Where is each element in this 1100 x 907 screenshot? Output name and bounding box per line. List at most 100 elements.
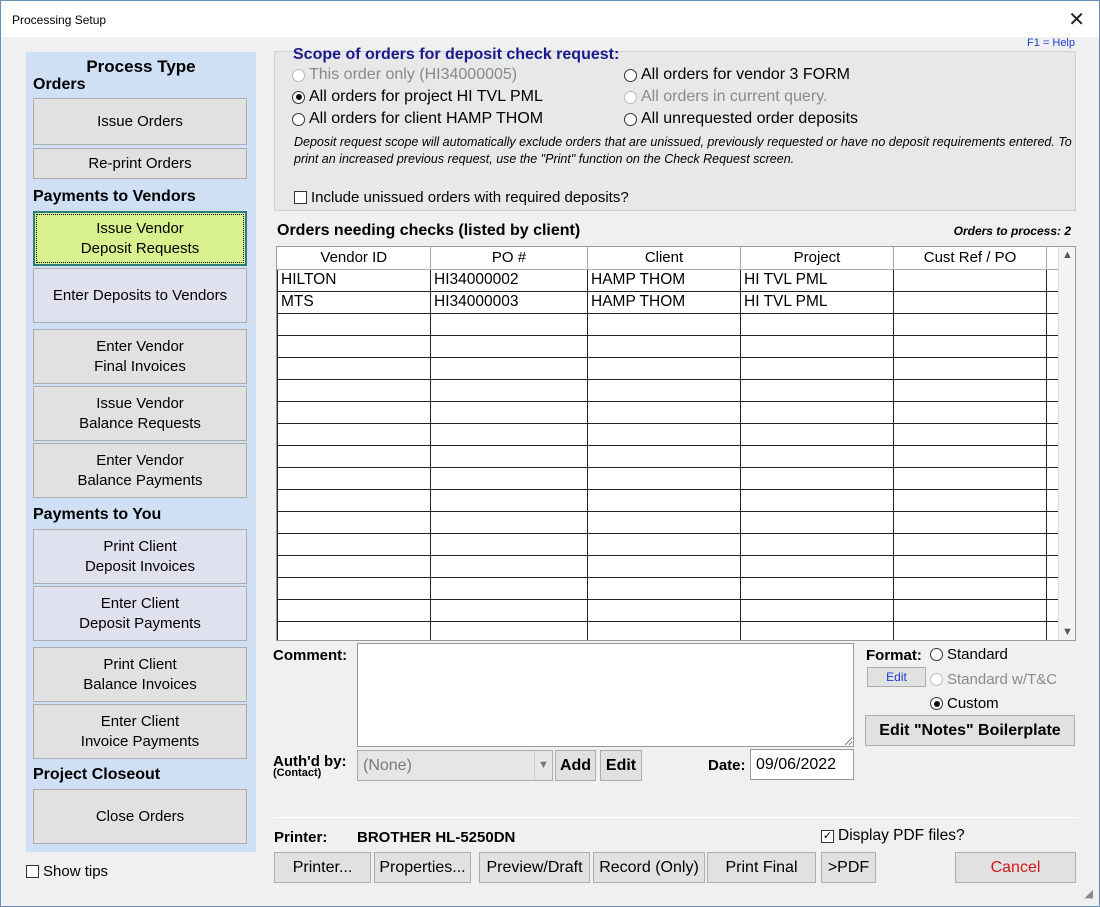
issue-vendor-balance-requests-button[interactable]: Issue Vendor Balance Requests [33,386,247,441]
processing-setup-window: Processing Setup ✕ F1 = Help Process Typ… [0,0,1100,907]
enter-vendor-final-invoices-button[interactable]: Enter Vendor Final Invoices [33,329,247,384]
printer-button[interactable]: Printer... [274,852,371,883]
include-unissued-checkbox[interactable]: Include unissued orders with required de… [294,189,629,206]
edit-contact-button[interactable]: Edit [600,750,642,781]
table-row[interactable] [277,335,1059,358]
show-tips-checkbox[interactable]: Show tips [26,863,108,880]
radio-vendor[interactable]: All orders for vendor 3 FORM [624,66,850,84]
radio-client[interactable]: All orders for client HAMP THOM [292,110,543,128]
properties-button[interactable]: Properties... [374,852,471,883]
radio-selected-icon[interactable] [292,90,305,104]
radio-label: All orders for project HI TVL PML [309,88,543,105]
enter-vendor-balance-payments-button[interactable]: Enter Vendor Balance Payments [33,443,247,498]
help-hint: F1 = Help [1027,37,1075,49]
radio-project[interactable]: All orders for project HI TVL PML [292,88,543,106]
scope-note: Deposit request scope will automatically… [294,135,1072,166]
chevron-down-icon[interactable]: ▼ [534,751,552,780]
table-cell [893,357,1047,380]
pdf-button[interactable]: >PDF [821,852,876,883]
edit-notes-boilerplate-button[interactable]: Edit "Notes" Boilerplate [865,715,1075,746]
print-client-balance-invoices-button[interactable]: Print Client Balance Invoices [33,647,247,702]
table-row[interactable] [277,621,1059,640]
cancel-button[interactable]: Cancel [955,852,1076,883]
table-row[interactable] [277,599,1059,622]
table-cell [893,313,1047,336]
table-row[interactable] [277,423,1059,446]
issue-vendor-deposit-requests-button[interactable]: Issue Vendor Deposit Requests [33,211,247,266]
table-cell [893,489,1047,512]
table-cell [277,621,431,640]
date-field[interactable]: 09/06/2022 [750,749,854,780]
table-row[interactable] [277,555,1059,578]
table-row[interactable] [277,467,1059,490]
format-standard-radio[interactable]: Standard [930,646,1008,663]
table-cell: MTS [277,291,431,314]
table-cell: HI TVL PML [740,269,894,292]
display-pdf-checkbox[interactable]: ✓ Display PDF files? [821,827,965,845]
table-row[interactable] [277,357,1059,380]
column-header[interactable]: Project [740,247,894,270]
authd-by-value: (None) [363,757,412,774]
checkbox-icon[interactable] [294,191,307,204]
comment-field[interactable] [357,643,854,747]
table-cell-filler [1046,511,1059,534]
table-cell [430,621,588,640]
enter-deposits-to-vendors-button[interactable]: Enter Deposits to Vendors [33,268,247,323]
issue-orders-button[interactable]: Issue Orders [33,98,247,145]
enter-client-invoice-payments-button[interactable]: Enter Client Invoice Payments [33,704,247,759]
close-icon[interactable]: ✕ [1068,7,1085,32]
print-final-button[interactable]: Print Final [707,852,816,883]
radio-icon[interactable] [292,112,305,126]
include-unissued-label: Include unissued orders with required de… [311,189,629,206]
table-cell [430,445,588,468]
table-cell-filler [1046,555,1059,578]
table-cell [587,621,741,640]
table-row[interactable] [277,445,1059,468]
record-only-button[interactable]: Record (Only) [593,852,705,883]
table-row[interactable]: HILTON HI34000002 HAMP THOM HI TVL PML [277,269,1059,292]
table-row[interactable] [277,533,1059,556]
resize-grip-icon[interactable]: ◢ [1085,887,1093,900]
reprint-orders-button[interactable]: Re-print Orders [33,148,247,179]
radio-current-query: All orders in current query. [624,88,827,106]
radio-icon[interactable] [624,112,637,126]
radio-unrequested[interactable]: All unrequested order deposits [624,110,858,128]
column-header[interactable]: Cust Ref / PO [893,247,1047,270]
table-row[interactable] [277,577,1059,600]
table-row[interactable] [277,489,1059,512]
table-cell-filler [1046,423,1059,446]
table-row[interactable] [277,379,1059,402]
authd-by-select[interactable]: (None) ▼ [357,750,553,781]
table-row[interactable] [277,511,1059,534]
table-row[interactable] [277,401,1059,424]
table-cell [277,555,431,578]
checkbox-icon[interactable] [26,865,39,878]
radio-icon[interactable] [930,648,943,661]
checkbox-checked-icon[interactable]: ✓ [821,829,834,843]
scroll-down-icon[interactable]: ▼ [1062,626,1073,638]
orders-to-process-count: Orders to process: 2 [953,224,1071,238]
table-cell [430,313,588,336]
scroll-up-icon[interactable]: ▲ [1062,249,1073,261]
radio-icon[interactable] [624,68,637,82]
table-row[interactable] [277,313,1059,336]
radio-label: All unrequested order deposits [641,110,859,127]
column-header[interactable]: Vendor ID [277,247,431,270]
column-header[interactable]: PO # [430,247,588,270]
table-cell [740,511,894,534]
format-custom-radio[interactable]: Custom [930,695,999,712]
preview-draft-button[interactable]: Preview/Draft [479,852,590,883]
print-client-deposit-invoices-button[interactable]: Print Client Deposit Invoices [33,529,247,584]
vertical-scrollbar[interactable]: ▲ ▼ [1058,247,1075,640]
orders-grid[interactable]: Vendor ID PO # Client Project Cust Ref /… [276,246,1076,641]
format-edit-button[interactable]: Edit [867,667,926,687]
column-header[interactable]: Client [587,247,741,270]
orders-table: Vendor ID PO # Client Project Cust Ref /… [277,247,1059,640]
radio-selected-icon[interactable] [930,697,943,710]
close-orders-button[interactable]: Close Orders [33,789,247,844]
table-row[interactable]: MTS HI34000003 HAMP THOM HI TVL PML [277,291,1059,314]
table-cell [587,423,741,446]
add-contact-button[interactable]: Add [555,750,596,781]
enter-client-deposit-payments-button[interactable]: Enter Client Deposit Payments [33,586,247,641]
table-cell [740,423,894,446]
